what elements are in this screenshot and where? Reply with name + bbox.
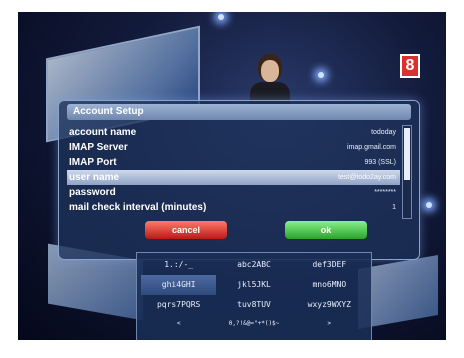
cursor-left-key[interactable]: < — [141, 315, 216, 333]
onscreen-keyboard: 1.:/-_ abc2ABC def3DEF ghi4GHI jkl5JKL m… — [136, 252, 372, 340]
setting-label: IMAP Server — [69, 142, 128, 153]
channel-logo: 8 — [400, 54, 420, 78]
tv-screen: 8 Account Setup account name tododay IMA… — [18, 12, 446, 340]
ok-button[interactable]: ok — [285, 221, 367, 239]
settings-list: account name tododay IMAP Server imap.gm… — [67, 125, 400, 215]
cursor-right-key[interactable]: > — [292, 315, 367, 333]
setting-value: tododay — [371, 129, 396, 136]
setting-label: account name — [69, 127, 137, 138]
dialog-title: Account Setup — [67, 104, 411, 120]
setting-value: test@todo2ay.com — [338, 174, 396, 181]
keyboard-key-selected[interactable]: ghi4GHI — [141, 275, 217, 295]
keyboard-key[interactable]: abc2ABC — [216, 255, 291, 275]
setting-label: IMAP Port — [69, 157, 117, 168]
setting-value: 993 (SSL) — [364, 159, 396, 166]
studio-light — [218, 14, 224, 20]
keyboard-row: pqrs7PQRS tuv8TUV wxyz9WXYZ — [141, 295, 367, 315]
setting-label: mail check interval (minutes) — [69, 202, 207, 213]
keyboard-row: 1.:/-_ abc2ABC def3DEF — [141, 255, 367, 275]
setting-row-account-name[interactable]: account name tododay — [67, 125, 400, 140]
keyboard-row: < 0,?!&@="+*()$~ > — [141, 315, 367, 333]
studio-light — [318, 72, 324, 78]
setting-value: ******** — [374, 189, 396, 196]
keyboard-key[interactable]: 1.:/-_ — [141, 255, 216, 275]
setting-row-mail-check-interval[interactable]: mail check interval (minutes) 1 — [67, 200, 400, 215]
scrollbar-thumb[interactable] — [404, 128, 410, 180]
keyboard-key[interactable]: tuv8TUV — [216, 295, 291, 315]
setting-row-imap-server[interactable]: IMAP Server imap.gmail.com — [67, 140, 400, 155]
keyboard-key[interactable]: mno6MNO — [292, 275, 367, 295]
setting-row-password[interactable]: password ******** — [67, 185, 400, 200]
settings-scrollbar[interactable] — [402, 125, 412, 219]
setting-value: imap.gmail.com — [346, 144, 396, 151]
account-setup-dialog: Account Setup account name tododay IMAP … — [58, 100, 420, 260]
studio-light — [426, 202, 432, 208]
keyboard-row: ghi4GHI jkl5JKL mno6MNO — [141, 275, 367, 295]
setting-value: 1 — [392, 204, 396, 211]
setting-row-imap-port[interactable]: IMAP Port 993 (SSL) — [67, 155, 400, 170]
keyboard-key[interactable]: def3DEF — [292, 255, 367, 275]
setting-label: user name — [69, 172, 120, 183]
symbols-key[interactable]: 0,?!&@="+*()$~ — [216, 315, 291, 333]
setting-row-user-name[interactable]: user name test@todo2ay.com — [67, 170, 400, 185]
keyboard-key[interactable]: wxyz9WXYZ — [292, 295, 367, 315]
keyboard-key[interactable]: pqrs7PQRS — [141, 295, 216, 315]
setting-label: password — [69, 187, 116, 198]
keyboard-key[interactable]: jkl5JKL — [216, 275, 291, 295]
cancel-button[interactable]: cancel — [145, 221, 227, 239]
